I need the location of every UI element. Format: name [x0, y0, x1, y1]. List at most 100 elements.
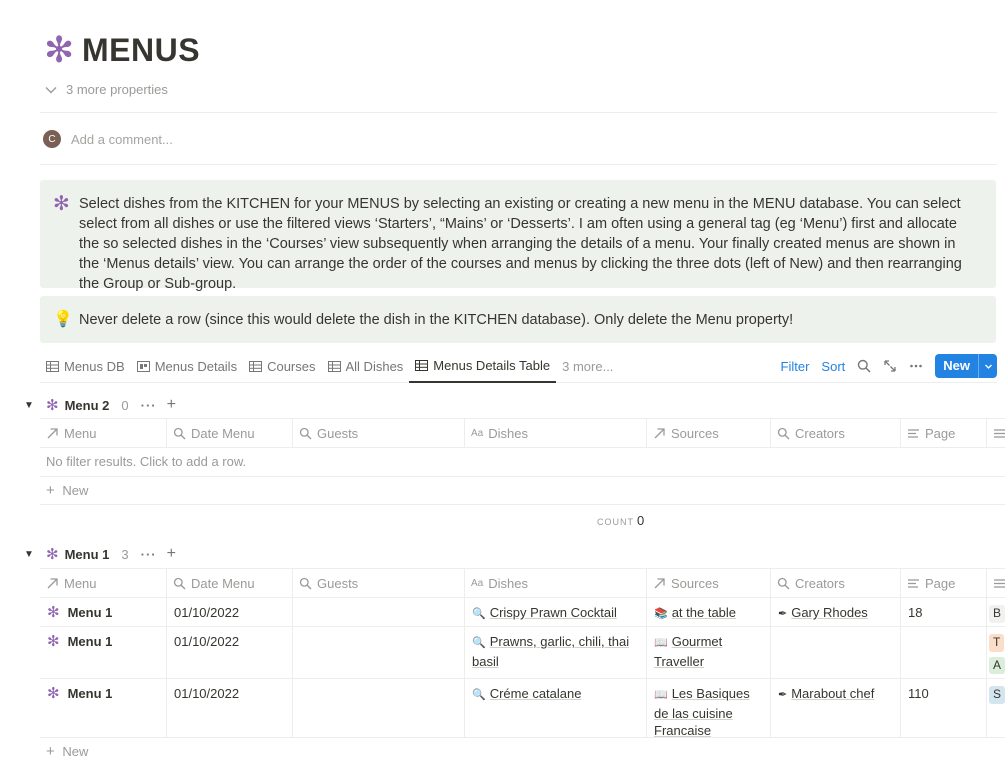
column-header-date-menu[interactable]: Date Menu	[167, 569, 293, 597]
group-add-icon[interactable]: +	[167, 545, 176, 563]
group-header-menu-1: ▼ ✻ Menu 1 3 ··· +	[24, 545, 176, 563]
board-icon	[136, 361, 150, 372]
filter-button[interactable]: Filter	[781, 359, 810, 374]
page-cell[interactable]	[901, 627, 987, 678]
chevron-down-icon	[984, 364, 992, 369]
dishes-cell[interactable]: 🔍 Créme catalane	[465, 679, 647, 737]
text-lines-icon	[908, 578, 919, 588]
column-header-guests[interactable]: Guests	[293, 569, 465, 597]
overflow-cell[interactable]: S	[987, 679, 1005, 737]
group-count: 3	[121, 546, 129, 562]
group-add-icon[interactable]: +	[167, 396, 176, 414]
date-cell[interactable]: 01/10/2022	[167, 627, 293, 678]
sources-cell[interactable]: 📚 at the table	[647, 598, 771, 626]
group-toggle-icon[interactable]: ▼	[24, 400, 42, 411]
text-lines-icon	[908, 428, 919, 438]
new-dropdown-button[interactable]	[979, 354, 997, 378]
tab-courses[interactable]: Courses	[243, 351, 321, 383]
column-header-menu[interactable]: Menu	[40, 569, 167, 597]
date-cell[interactable]: 01/10/2022	[167, 598, 293, 626]
tab-menus-db[interactable]: Menus DB	[40, 351, 131, 383]
table-row[interactable]: ✻ Menu 1 01/10/2022 🔍 Crispy Prawn Cockta…	[40, 598, 1005, 627]
column-headers: Menu Date Menu Guests Aa Dishes Sources …	[40, 418, 1005, 448]
tab-label: Menus DB	[64, 359, 125, 374]
column-header-overflow[interactable]	[987, 419, 1005, 447]
column-header-date-menu[interactable]: Date Menu	[167, 419, 293, 447]
tag: B	[989, 605, 1005, 623]
column-header-menu[interactable]: Menu	[40, 419, 167, 447]
group-more-icon[interactable]: ···	[141, 547, 157, 562]
comment-row[interactable]: C Add a comment...	[43, 130, 173, 148]
page-header: ✻ MENUS	[44, 30, 200, 70]
callout-text: Select dishes from the KITCHEN for your …	[79, 196, 962, 292]
comment-input[interactable]: Add a comment...	[71, 132, 173, 147]
dishes-cell[interactable]: 🔍 Prawns, garlic, chili, thai basil	[465, 627, 647, 678]
avatar: C	[43, 130, 61, 148]
more-views-button[interactable]: 3 more...	[562, 359, 613, 374]
count-summary[interactable]: COUNT 0	[597, 513, 644, 528]
group-toggle-icon[interactable]: ▼	[24, 549, 42, 560]
view-actions: Filter Sort New	[769, 351, 997, 381]
search-icon	[777, 427, 790, 439]
creators-cell[interactable]: ✒ Gary Rhodes	[771, 598, 901, 626]
tag: S	[989, 686, 1005, 704]
menu-cell[interactable]: ✻ Menu 1	[40, 598, 167, 626]
table-row[interactable]: ✻ Menu 1 01/10/2022 🔍 Prawns, garlic, chi…	[40, 627, 1005, 679]
column-header-sources[interactable]: Sources	[647, 569, 771, 597]
group-count: 0	[121, 397, 129, 413]
table-icon	[249, 361, 263, 372]
tab-label: Menus Details	[154, 359, 238, 374]
search-icon[interactable]	[857, 359, 871, 373]
sort-button[interactable]: Sort	[821, 359, 845, 374]
plus-icon: +	[46, 482, 55, 499]
column-header-page[interactable]: Page	[901, 569, 987, 597]
expand-icon[interactable]	[883, 359, 897, 373]
column-header-guests[interactable]: Guests	[293, 419, 465, 447]
column-header-creators[interactable]: Creators	[771, 419, 901, 447]
search-icon	[173, 427, 186, 439]
new-button-group: New	[935, 354, 997, 378]
column-header-dishes[interactable]: Aa Dishes	[465, 569, 647, 597]
more-options-icon[interactable]	[909, 359, 923, 373]
column-header-sources[interactable]: Sources	[647, 419, 771, 447]
tab-all-dishes[interactable]: All Dishes	[322, 351, 410, 383]
more-properties-toggle[interactable]: 3 more properties	[44, 82, 168, 97]
column-header-page[interactable]: Page	[901, 419, 987, 447]
magnifier-icon: 🔍	[472, 637, 486, 649]
sources-cell[interactable]: 📖 Les Basiques de las cuisine Francaise	[647, 679, 771, 737]
table-row[interactable]: ✻ Menu 1 01/10/2022 🔍 Créme catalane 📖 Les…	[40, 679, 1005, 738]
menu-cell[interactable]: ✻ Menu 1	[40, 679, 167, 737]
asterisk-icon: ✻	[44, 29, 75, 70]
new-row-button[interactable]: + New	[40, 738, 1005, 759]
new-row-button[interactable]: + New	[40, 477, 1005, 505]
page-cell[interactable]: 110	[901, 679, 987, 737]
tab-menus-details-table[interactable]: Menus Details Table	[409, 351, 557, 383]
creators-cell[interactable]: ✒ Marabout chef	[771, 679, 901, 737]
group-name[interactable]: Menu 1	[65, 547, 110, 562]
empty-results-row[interactable]: No filter results. Click to add a row.	[40, 448, 1005, 477]
column-header-creators[interactable]: Creators	[771, 569, 901, 597]
date-cell[interactable]: 01/10/2022	[167, 679, 293, 737]
column-header-overflow[interactable]	[987, 569, 1005, 597]
guests-cell[interactable]	[293, 598, 465, 626]
feather-icon: ✒	[778, 689, 788, 701]
new-button[interactable]: New	[935, 354, 979, 378]
tab-menus-details[interactable]: Menus Details	[131, 351, 243, 383]
creators-cell[interactable]	[771, 627, 901, 678]
table-icon	[327, 361, 341, 372]
plus-icon: +	[46, 743, 55, 759]
dishes-cell[interactable]: 🔍 Crispy Prawn Cocktail	[465, 598, 647, 626]
menu-cell[interactable]: ✻ Menu 1	[40, 627, 167, 678]
group-more-icon[interactable]: ···	[141, 398, 157, 413]
sources-cell[interactable]: 📖 Gourmet Traveller	[647, 627, 771, 678]
overflow-cell[interactable]: T A	[987, 627, 1005, 678]
column-header-dishes[interactable]: Aa Dishes	[465, 419, 647, 447]
overflow-cell[interactable]: B	[987, 598, 1005, 626]
asterisk-icon: ✻	[53, 193, 70, 215]
open-book-icon: 📖	[654, 637, 668, 649]
group-name[interactable]: Menu 2	[65, 398, 110, 413]
page-cell[interactable]: 18	[901, 598, 987, 626]
guests-cell[interactable]	[293, 627, 465, 678]
page-title[interactable]: MENUS	[82, 32, 200, 69]
guests-cell[interactable]	[293, 679, 465, 737]
